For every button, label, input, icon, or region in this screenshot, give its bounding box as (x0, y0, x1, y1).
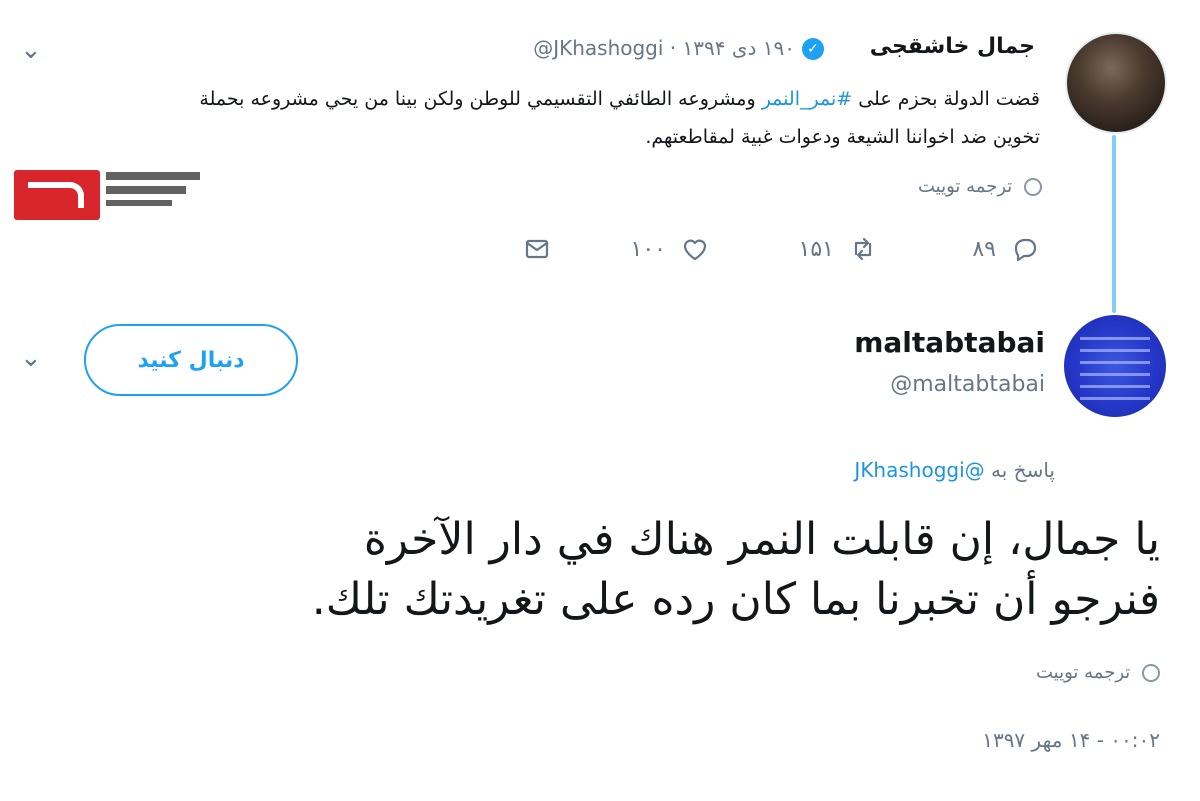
thread-connector (1112, 135, 1116, 313)
reply-action[interactable]: ۸۹ (972, 234, 1040, 264)
chevron-down-icon[interactable]: ⌄ (20, 37, 42, 63)
reply-count: ۸۹ (972, 236, 996, 262)
globe-icon (1142, 664, 1160, 682)
author-avatar[interactable] (1065, 32, 1167, 134)
author-name[interactable]: جمال خاشقجی (870, 34, 1035, 59)
reply-author-handle[interactable]: @maltabtabai (890, 372, 1045, 397)
logo-wordmark (106, 172, 200, 212)
message-action[interactable] (522, 234, 552, 264)
reply-text-line: يا جمال، إن قابلت النمر هناك في دار الآخ… (363, 514, 1160, 565)
logo-mark (14, 170, 100, 220)
tweet-date[interactable]: ۱۹۰ دی ۱۳۹۴ (683, 36, 795, 60)
translate-tweet-link[interactable]: ترجمه توییت (1036, 662, 1160, 683)
like-count: ۱۰۰ (630, 236, 666, 262)
reply-tweet-text: يا جمال، إن قابلت النمر هناك في دار الآخ… (60, 510, 1160, 630)
meta-separator: · (669, 36, 677, 60)
tweet-timestamp[interactable]: ۰۰:۰۲ - ۱۴ مهر ۱۳۹۷ (982, 728, 1160, 752)
reply-icon (1014, 238, 1037, 262)
reply-author-name[interactable]: maltabtabai (854, 326, 1045, 359)
translate-label: ترجمه توییت (1035, 662, 1131, 683)
chevron-down-icon[interactable]: ⌄ (20, 345, 42, 371)
retweet-icon (854, 237, 872, 261)
replying-to: پاسخ به @JKhashoggi (854, 458, 1055, 482)
message-icon (525, 239, 549, 259)
verified-icon: ✓ (802, 38, 824, 60)
like-icon (683, 239, 707, 261)
tweet-meta: @JKhashoggi · ۱۹۰ دی ۱۳۹۴ (533, 36, 795, 60)
retweet-action[interactable]: ۱۵۱ (799, 234, 878, 264)
reply-text-line: فنرجو أن تخبرنا بما كان رده على تغريدتك … (311, 574, 1160, 625)
retweet-count: ۱۵۱ (798, 236, 834, 262)
replying-to-handle[interactable]: @JKhashoggi (854, 458, 984, 482)
translate-label: ترجمه توییت (917, 176, 1013, 197)
author-handle[interactable]: @JKhashoggi (533, 36, 663, 60)
like-action[interactable]: ۱۰۰ (631, 234, 710, 264)
tweet-text: قضت الدولة بحزم على #نمر_النمر ومشروعه ا… (160, 80, 1040, 156)
reply-author-avatar[interactable] (1064, 315, 1166, 417)
follow-button[interactable]: دنبال کنید (84, 324, 298, 396)
hashtag-link[interactable]: #نمر_النمر (762, 88, 852, 110)
replying-to-prefix: پاسخ به (991, 458, 1055, 482)
globe-icon (1024, 178, 1042, 196)
news-agency-logo (14, 168, 200, 224)
tweet-text-part: قضت الدولة بحزم على (858, 88, 1040, 110)
translate-tweet-link[interactable]: ترجمه توییت (918, 176, 1042, 197)
